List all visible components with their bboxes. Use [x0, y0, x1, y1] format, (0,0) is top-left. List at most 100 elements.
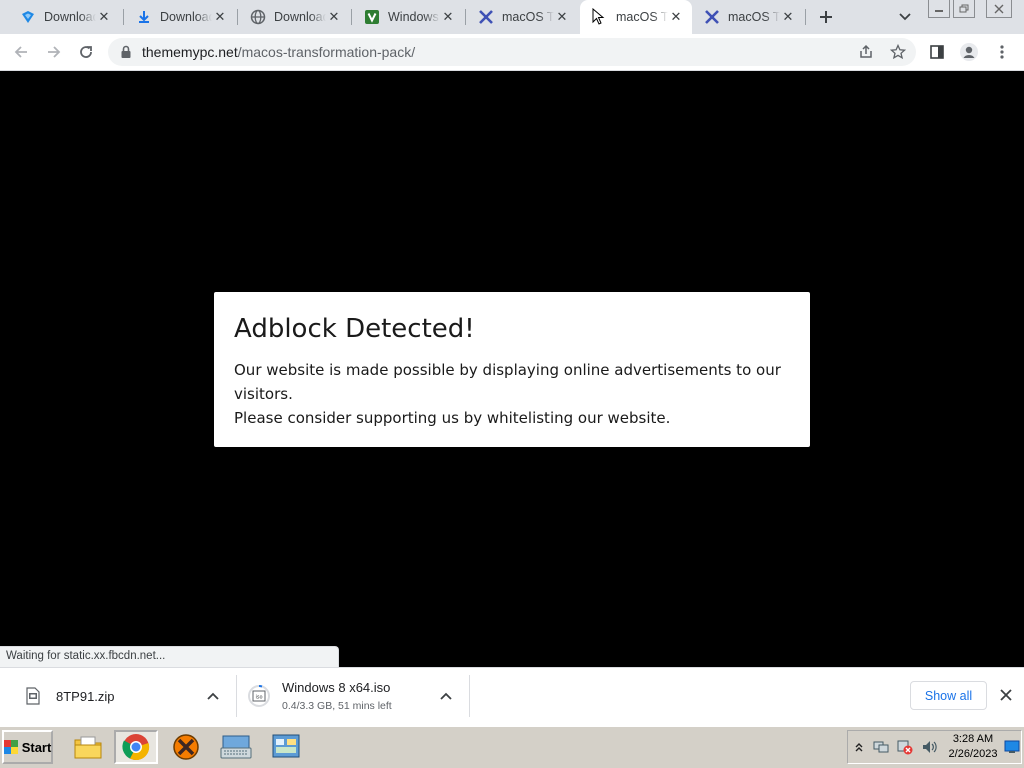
chrome-taskbar-icon[interactable]	[114, 730, 158, 764]
green-v-icon	[364, 9, 380, 25]
tab-title: Download	[274, 10, 326, 24]
menu-button[interactable]	[989, 39, 1015, 65]
tab-separator	[237, 9, 238, 25]
close-icon	[994, 4, 1004, 13]
profile-button[interactable]	[956, 39, 982, 65]
reload-button[interactable]	[73, 39, 99, 65]
clock-date[interactable]: 2/26/2023	[940, 748, 1006, 760]
x-logo-icon	[704, 9, 720, 25]
download-options-button[interactable]	[438, 688, 454, 704]
reload-icon	[80, 46, 92, 58]
blue-diamond-icon	[20, 9, 36, 25]
side-panel-button[interactable]	[924, 39, 950, 65]
forward-arrow-icon	[48, 46, 61, 58]
kebab-menu-icon	[1000, 45, 1004, 59]
tab-macos-active[interactable]: macOS T ✕	[580, 0, 692, 34]
modal-title: Adblock Detected!	[234, 314, 475, 344]
clock-time[interactable]: 3:28 AM	[940, 733, 1006, 745]
url-text[interactable]: thememypc.net/macos-transformation-pack/	[142, 44, 415, 60]
share-icon	[860, 44, 872, 58]
minimize-button[interactable]	[928, 0, 950, 18]
download-arrow-icon	[136, 9, 152, 25]
close-icon	[1000, 689, 1012, 701]
close-tab-icon[interactable]: ✕	[668, 9, 684, 25]
file-explorer-taskbar-icon[interactable]	[66, 730, 110, 764]
star-icon	[890, 44, 906, 60]
tab-strip: Download ✕ Download ✕ Download ✕ Windows…	[0, 0, 1024, 34]
url-domain: thememypc.net	[142, 44, 238, 60]
download-filename: 8TP91.zip	[56, 688, 115, 704]
tab-title: Download	[160, 10, 212, 24]
tab-title: macOS Tr	[728, 10, 780, 24]
iso-file-icon: iso	[248, 685, 270, 707]
close-tab-icon[interactable]: ✕	[212, 9, 228, 25]
chevron-up-icon	[207, 692, 219, 700]
close-tab-icon[interactable]: ✕	[440, 9, 456, 25]
control-panel-taskbar-icon[interactable]	[264, 730, 308, 764]
keyboard-taskbar-icon[interactable]	[214, 730, 258, 764]
download-filename: Windows 8 x64.iso	[282, 680, 391, 695]
cursor-icon	[592, 8, 608, 25]
zip-file-icon	[22, 685, 44, 707]
globe-icon	[250, 9, 266, 25]
tab-separator	[465, 9, 466, 25]
close-tab-icon[interactable]: ✕	[554, 9, 570, 25]
new-tab-button[interactable]	[814, 5, 838, 29]
bookmark-button[interactable]	[885, 39, 911, 65]
tab-title: macOS Tr	[502, 10, 554, 24]
close-tab-icon[interactable]: ✕	[780, 9, 796, 25]
close-shelf-button[interactable]	[997, 686, 1015, 704]
status-bubble: Waiting for static.xx.fbcdn.net...	[0, 646, 339, 667]
tab-title: Download	[44, 10, 96, 24]
url-path: /macos-transformation-pack/	[237, 44, 416, 60]
plus-icon	[820, 11, 832, 23]
download-item-iso[interactable]: iso Windows 8 x64.iso 0.4/3.3 GB, 51 min…	[248, 667, 392, 725]
show-desktop-icon[interactable]	[1004, 739, 1020, 755]
back-button[interactable]	[8, 39, 34, 65]
restore-button[interactable]	[953, 0, 975, 18]
window-close-button[interactable]	[986, 0, 1012, 18]
start-label: Start	[21, 739, 52, 755]
download-separator	[236, 675, 237, 717]
app-orange-x-taskbar-icon[interactable]	[164, 730, 208, 764]
side-panel-icon	[930, 45, 944, 59]
downloads-shelf	[0, 667, 1024, 726]
adblock-modal: Adblock Detected! Our website is made po…	[214, 292, 810, 447]
start-button[interactable]: Start	[2, 730, 53, 764]
windows-flag-icon	[3, 740, 18, 754]
lock-icon[interactable]	[119, 45, 133, 59]
download-text-block: Windows 8 x64.iso 0.4/3.3 GB, 51 mins le…	[282, 680, 392, 712]
tab-download-1[interactable]: Download ✕	[10, 0, 120, 34]
download-options-button[interactable]	[205, 688, 221, 704]
forward-button[interactable]	[41, 39, 67, 65]
show-all-downloads-button[interactable]: Show all	[910, 681, 987, 710]
avatar-icon	[960, 43, 978, 61]
tray-expand-icon[interactable]	[851, 739, 867, 755]
modal-message-line-1: Our website is made possible by displayi…	[234, 361, 781, 403]
tab-separator	[805, 9, 806, 25]
tab-download-2[interactable]: Download ✕	[126, 0, 236, 34]
volume-icon[interactable]	[921, 739, 937, 755]
share-button[interactable]	[853, 39, 879, 65]
download-item-zip[interactable]: 8TP91.zip	[22, 667, 115, 725]
tab-title: Windows	[388, 10, 439, 24]
chevron-down-icon	[899, 13, 911, 21]
tab-download-3[interactable]: Download ✕	[240, 0, 350, 34]
download-separator	[469, 675, 470, 717]
back-arrow-icon	[14, 46, 27, 58]
tab-windows[interactable]: Windows ✕	[354, 0, 464, 34]
tab-title: macOS T	[616, 10, 668, 24]
svg-text:iso: iso	[255, 695, 262, 701]
security-alert-icon[interactable]	[897, 739, 913, 755]
tab-search-button[interactable]	[895, 8, 915, 26]
network-icon[interactable]	[873, 739, 889, 755]
x-logo-icon	[478, 9, 494, 25]
tab-macos-2[interactable]: macOS Tr ✕	[694, 0, 804, 34]
restore-icon	[959, 4, 969, 12]
chevron-up-icon	[440, 692, 452, 700]
close-tab-icon[interactable]: ✕	[96, 9, 112, 25]
tab-separator	[123, 9, 124, 25]
tab-macos-1[interactable]: macOS Tr ✕	[468, 0, 578, 34]
close-tab-icon[interactable]: ✕	[326, 9, 342, 25]
minimize-icon	[935, 9, 943, 12]
